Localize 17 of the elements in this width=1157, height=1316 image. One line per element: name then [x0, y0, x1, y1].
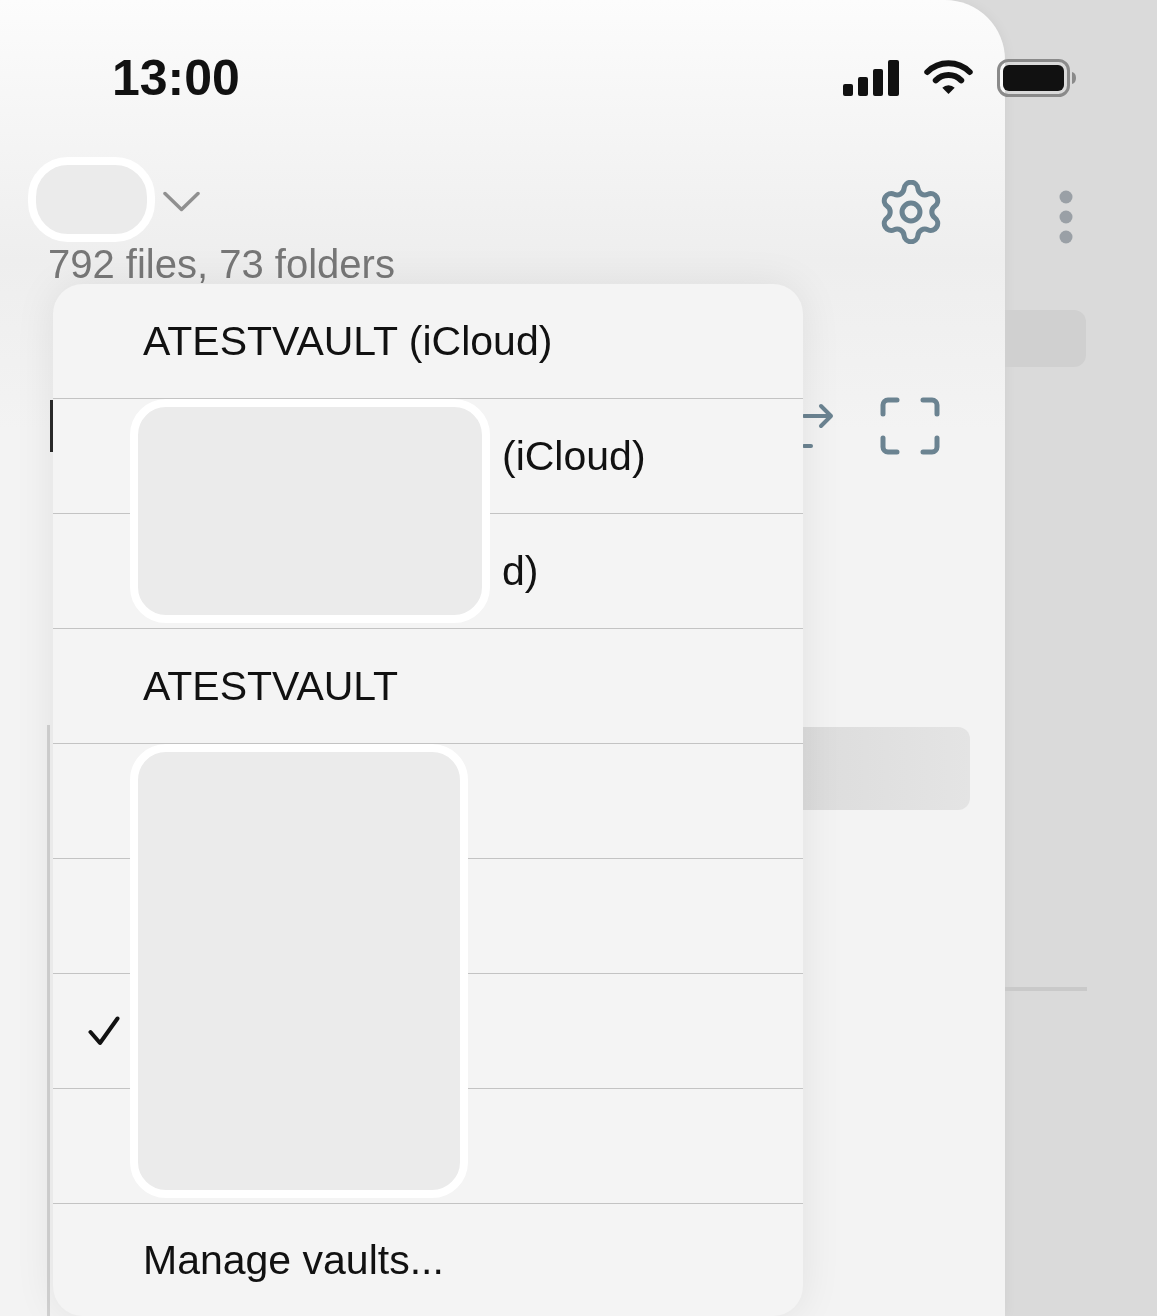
input-field[interactable]: [1005, 310, 1086, 367]
file-count-text: 792 files, 73 folders: [48, 244, 395, 284]
manage-vaults-item[interactable]: Manage vaults...: [53, 1204, 803, 1316]
chevron-down-icon[interactable]: [163, 191, 200, 212]
status-time: 13:00: [112, 52, 240, 103]
vault-menu-item[interactable]: ATESTVAULT (iCloud): [143, 284, 803, 398]
settings-icon[interactable]: [880, 180, 942, 244]
corners-icon[interactable]: [880, 397, 940, 455]
vault-menu-item[interactable]: ATESTVAULT: [143, 629, 803, 743]
signal-icon: [843, 59, 900, 96]
battery-icon: [997, 58, 1077, 97]
checkmark-icon: [88, 1016, 120, 1046]
wifi-icon: [922, 59, 975, 96]
arrow-icon[interactable]: [801, 402, 835, 450]
vault-menu-item[interactable]: d): [490, 514, 803, 628]
vault-menu-item[interactable]: (iCloud): [490, 399, 803, 513]
vertical-dots-icon[interactable]: [1059, 190, 1073, 244]
